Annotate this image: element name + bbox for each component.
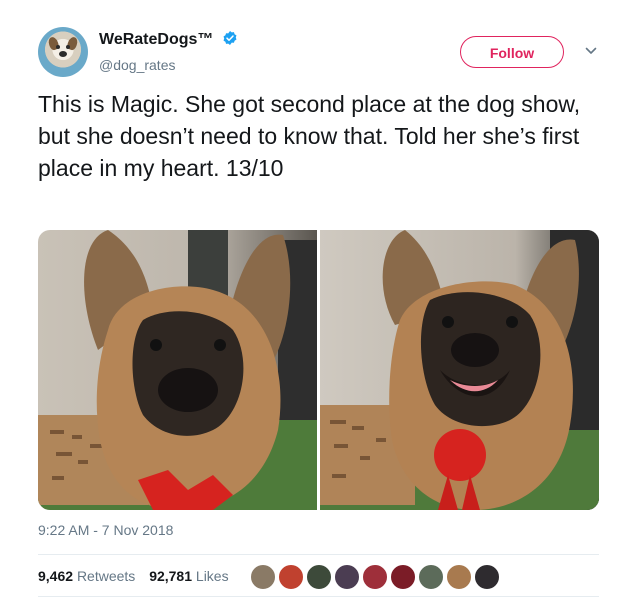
account-name[interactable]: WeRateDogs™ — [99, 31, 213, 48]
dog-photo-1[interactable] — [38, 230, 317, 510]
likes-stat[interactable]: 92,781 Likes — [149, 568, 228, 584]
tweet-header: WeRateDogs™ @dog_rates Follow — [0, 0, 638, 90]
likes-count: 92,781 — [149, 568, 193, 584]
liker-avatar[interactable] — [474, 564, 500, 590]
retweets-count: 9,462 — [38, 568, 74, 584]
tweet-timestamp[interactable]: 9:22 AM - 7 Nov 2018 — [38, 522, 173, 538]
divider — [38, 596, 599, 597]
liker-avatar[interactable] — [446, 564, 472, 590]
account-name-row[interactable]: WeRateDogs™ — [99, 30, 238, 49]
liker-avatar[interactable] — [334, 564, 360, 590]
avatar-eye — [66, 45, 70, 49]
tweet-stats: 9,462 Retweets 92,781 Likes — [38, 568, 229, 584]
liker-avatar[interactable] — [306, 564, 332, 590]
avatar-eye — [56, 45, 60, 49]
account-avatar[interactable] — [38, 27, 88, 77]
likes-label: Likes — [195, 568, 229, 584]
liker-avatar[interactable] — [390, 564, 416, 590]
retweets-label: Retweets — [76, 568, 136, 584]
avatar-nose — [59, 51, 67, 57]
tweet-text: This is Magic. She got second place at t… — [38, 91, 581, 181]
divider — [38, 554, 599, 555]
account-handle[interactable]: @dog_rates — [99, 57, 175, 73]
liker-avatar[interactable] — [418, 564, 444, 590]
liker-avatar[interactable] — [278, 564, 304, 590]
dog-photo-2[interactable] — [320, 230, 599, 510]
liker-avatar[interactable] — [250, 564, 276, 590]
verified-badge-icon — [223, 31, 237, 45]
retweets-stat[interactable]: 9,462 Retweets — [38, 568, 135, 584]
tweet-media — [38, 230, 599, 510]
chevron-down-icon[interactable] — [584, 44, 598, 58]
follow-button[interactable]: Follow — [460, 36, 564, 68]
liker-avatar[interactable] — [362, 564, 388, 590]
